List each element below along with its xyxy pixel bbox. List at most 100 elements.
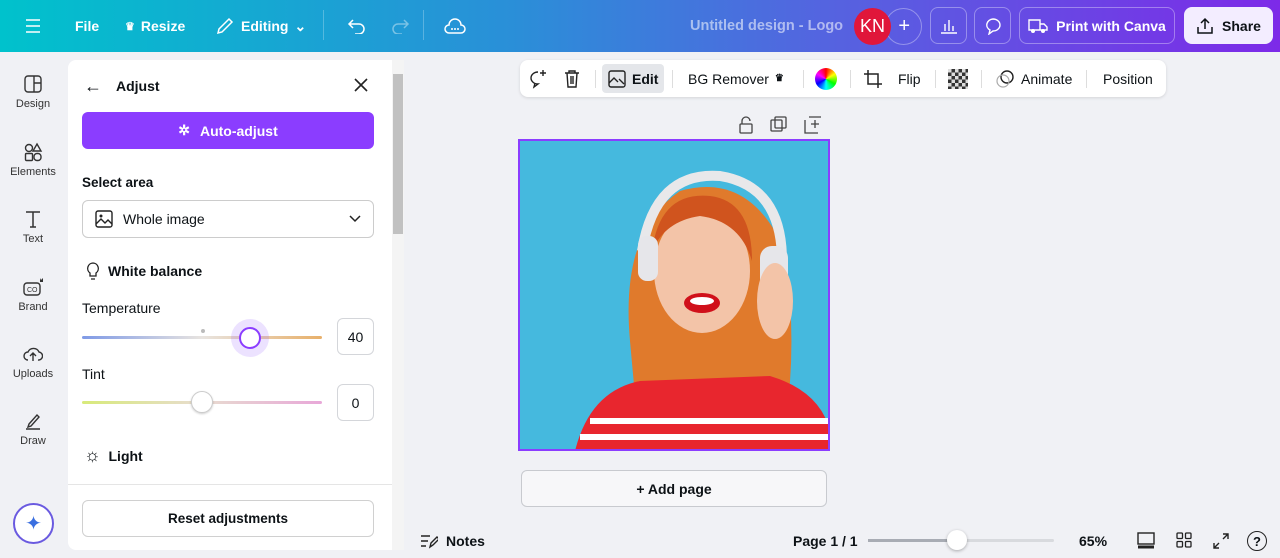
tint-value-input[interactable]: 0 xyxy=(337,384,374,421)
chevron-down-icon: ⌄ xyxy=(294,17,307,34)
title-label: Untitled design - Logo xyxy=(690,18,844,34)
lock-icon[interactable] xyxy=(738,116,754,134)
select-area-dropdown[interactable]: Whole image xyxy=(82,200,374,238)
close-button[interactable] xyxy=(353,77,369,98)
back-button[interactable]: ← xyxy=(84,76,102,97)
sparkle-icon: ✦ xyxy=(25,513,42,535)
position-button[interactable]: Position xyxy=(1103,60,1153,97)
brand-icon: CO xyxy=(23,278,43,296)
grid-view-icon[interactable] xyxy=(1176,532,1192,548)
menu-button[interactable] xyxy=(24,0,42,52)
temperature-slider[interactable] xyxy=(82,336,322,339)
temperature-value: 40 xyxy=(347,328,364,345)
adjust-panel: ← Adjust ✲ Auto-adjust Select area Whole … xyxy=(68,60,392,550)
tint-label: Tint xyxy=(82,366,105,382)
fullscreen-icon[interactable] xyxy=(1212,532,1230,550)
select-area-value: Whole image xyxy=(123,211,205,227)
edit-label: Edit xyxy=(632,70,659,87)
add-page-label: + Add page xyxy=(636,480,712,497)
design-title[interactable]: Untitled design - Logo xyxy=(690,0,843,52)
print-with-canva-button[interactable]: Print with Canva xyxy=(1019,7,1175,44)
left-rail: Design Elements Text CO Brand Uploads Dra… xyxy=(0,52,66,558)
zoom-slider-handle[interactable] xyxy=(947,530,968,550)
lightbulb-icon xyxy=(87,262,99,280)
bar-chart-icon xyxy=(940,19,957,34)
notes-button[interactable]: Notes xyxy=(420,533,485,549)
save-status-button[interactable] xyxy=(444,0,466,52)
share-button[interactable]: Share xyxy=(1184,7,1273,44)
truck-icon xyxy=(1028,18,1048,33)
elements-icon xyxy=(24,142,43,162)
page-indicator[interactable]: Page 1 / 1 xyxy=(793,533,858,549)
rail-uploads[interactable]: Uploads xyxy=(0,344,66,380)
editing-menu[interactable]: Editing ⌄ xyxy=(215,0,306,52)
add-page-icon[interactable] xyxy=(804,116,822,134)
print-label: Print with Canva xyxy=(1056,17,1166,34)
rail-text[interactable]: Text xyxy=(0,209,66,245)
redo-icon xyxy=(392,19,410,34)
light-section[interactable]: ☼ Light xyxy=(84,445,143,466)
auto-adjust-button[interactable]: ✲ Auto-adjust xyxy=(82,112,374,149)
insights-button[interactable] xyxy=(930,7,967,44)
rail-elements[interactable]: Elements xyxy=(0,142,66,178)
flip-button[interactable]: Flip xyxy=(898,60,921,97)
file-label: File xyxy=(75,18,100,34)
undo-icon xyxy=(347,19,365,34)
edit-button[interactable]: Edit xyxy=(602,64,665,93)
comment-plus-icon xyxy=(530,69,546,89)
canvas-image[interactable] xyxy=(518,139,830,451)
undo-button[interactable] xyxy=(347,0,367,52)
edit-image-icon xyxy=(608,69,626,88)
avatar-initials: KN xyxy=(859,16,885,36)
svg-text:CO: CO xyxy=(27,287,38,294)
top-bar: File ♛ Resize Editing ⌄ Untitled design - … xyxy=(0,0,1280,52)
reset-adjustments-button[interactable]: Reset adjustments xyxy=(82,500,374,537)
rail-draw[interactable]: Draw xyxy=(0,411,66,447)
image-icon xyxy=(95,210,113,228)
duplicate-page-icon[interactable] xyxy=(770,116,788,134)
animate-button[interactable]: Animate xyxy=(995,60,1072,97)
page-view-icon[interactable] xyxy=(1137,532,1155,550)
magic-button[interactable]: ✦ xyxy=(13,503,54,544)
rail-design[interactable]: Design xyxy=(0,74,66,110)
position-label: Position xyxy=(1103,70,1153,87)
zoom-level[interactable]: 65% xyxy=(1079,533,1107,549)
rail-label: Uploads xyxy=(12,368,54,380)
add-comment-button[interactable] xyxy=(528,60,548,97)
rail-label: Design xyxy=(15,98,51,110)
hamburger-icon xyxy=(26,19,40,33)
delete-button[interactable] xyxy=(563,60,581,97)
add-page-button[interactable]: + Add page xyxy=(521,470,827,507)
design-icon xyxy=(24,75,42,93)
temperature-label: Temperature xyxy=(82,300,161,316)
draw-icon xyxy=(26,413,40,430)
select-area-label: Select area xyxy=(82,175,154,190)
rail-label: Elements xyxy=(10,166,56,178)
upload-cloud-icon xyxy=(23,347,43,361)
crop-button[interactable] xyxy=(863,60,883,97)
editing-label: Editing xyxy=(241,18,289,34)
panel-scrollbar[interactable] xyxy=(392,60,404,550)
resize-button[interactable]: ♛ Resize xyxy=(125,0,185,52)
color-button[interactable] xyxy=(815,60,837,97)
transparency-button[interactable] xyxy=(948,60,968,97)
redo-button[interactable] xyxy=(390,0,410,52)
crown-icon: ♛ xyxy=(125,20,135,33)
bg-remover-button[interactable]: BG Remover ♛ xyxy=(688,60,784,97)
auto-adjust-label: Auto-adjust xyxy=(199,122,278,139)
temperature-default-marker xyxy=(201,329,205,333)
rail-brand[interactable]: CO Brand xyxy=(0,277,66,313)
cloud-icon xyxy=(444,18,466,34)
temperature-value-input[interactable]: 40 xyxy=(337,318,374,355)
file-menu[interactable]: File xyxy=(75,0,99,52)
temperature-slider-handle[interactable] xyxy=(231,319,269,357)
comments-button[interactable] xyxy=(974,7,1011,44)
help-button[interactable]: ? xyxy=(1247,531,1267,551)
white-balance-section: White balance xyxy=(86,262,202,280)
notes-icon xyxy=(421,535,438,549)
tint-slider-handle[interactable] xyxy=(191,391,213,413)
rail-label: Text xyxy=(22,233,44,245)
resize-label: Resize xyxy=(140,18,186,34)
help-icon: ? xyxy=(1253,533,1261,549)
avatar[interactable]: KN xyxy=(854,8,891,45)
